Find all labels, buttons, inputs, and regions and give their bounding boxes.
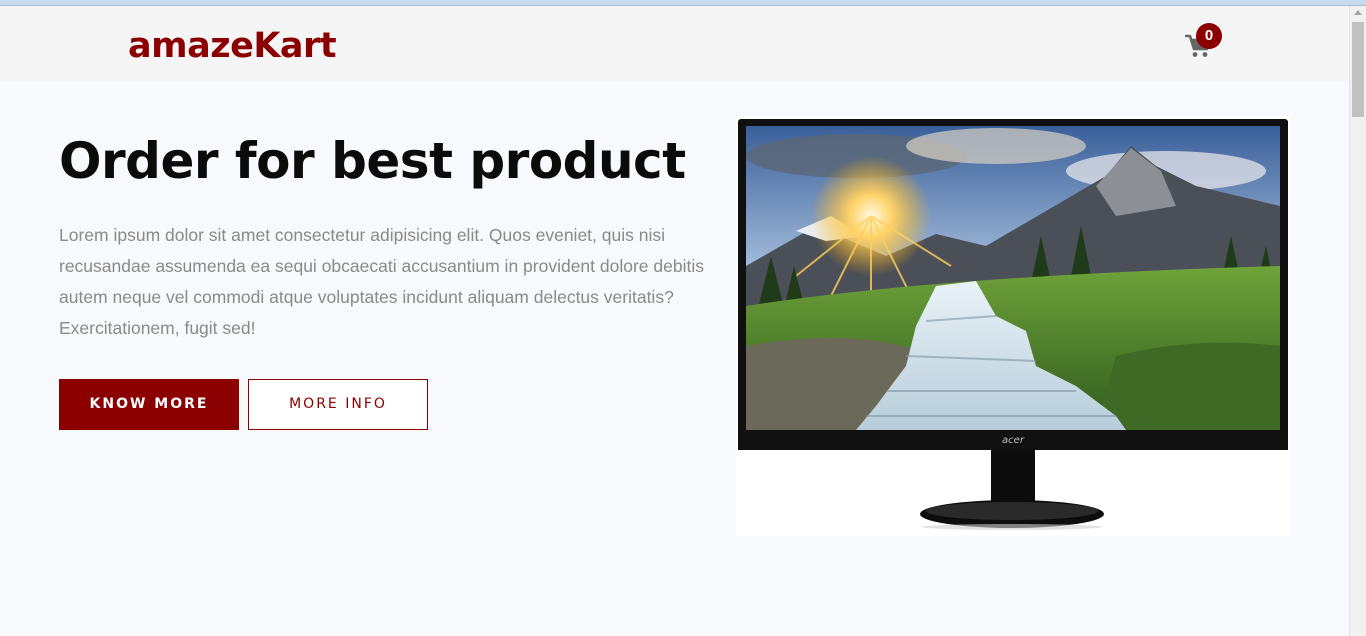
cart-count-badge: 0 (1196, 23, 1222, 49)
more-info-button[interactable]: MORE INFO (248, 379, 428, 430)
monitor-brand-label: acer (1002, 435, 1025, 446)
monitor-product-image: acer (736, 116, 1290, 536)
hero-description: Lorem ipsum dolor sit amet consectetur a… (59, 225, 704, 338)
page-scrollbar[interactable] (1349, 6, 1366, 636)
scrollbar-thumb[interactable] (1352, 22, 1364, 117)
hero-title: Order for best product (59, 132, 686, 190)
know-more-button[interactable]: KNOW MORE (59, 379, 239, 430)
brand-logo[interactable]: amazeKart (128, 25, 337, 67)
scroll-up-arrow-icon[interactable] (1354, 10, 1362, 15)
navbar: amazeKart 0 (0, 6, 1349, 81)
